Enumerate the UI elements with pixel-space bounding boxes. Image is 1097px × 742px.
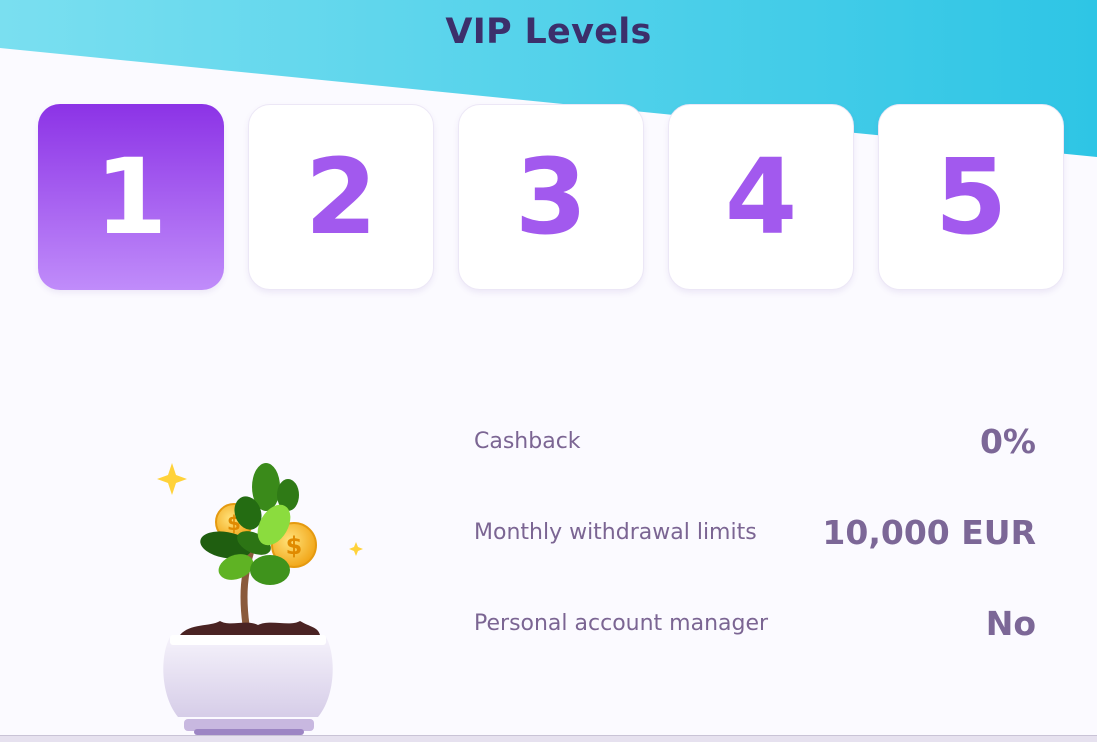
sparkle-icon <box>157 463 187 495</box>
svg-text:$: $ <box>286 532 303 560</box>
level-tab-4[interactable]: 4 <box>668 104 854 290</box>
benefit-label: Personal account manager <box>474 611 769 636</box>
benefit-label: Monthly withdrawal limits <box>474 520 757 545</box>
page-title: VIP Levels <box>445 12 652 52</box>
benefit-row-cashback: Cashback 0% <box>474 396 1036 487</box>
money-tree-plant-icon: $ $ <box>157 463 363 735</box>
benefit-value: 0% <box>979 422 1036 461</box>
level-tab-1[interactable]: 1 <box>38 104 224 290</box>
bottom-divider <box>0 735 1097 742</box>
level-tab-3[interactable]: 3 <box>458 104 644 290</box>
benefit-value: No <box>985 604 1036 643</box>
benefit-row-withdrawal-limits: Monthly withdrawal limits 10,000 EUR <box>474 487 1036 578</box>
benefit-label: Cashback <box>474 429 581 454</box>
vip-level-tabs: 1 2 3 4 5 <box>38 104 1064 290</box>
benefit-row-account-manager: Personal account manager No <box>474 578 1036 669</box>
level-tab-5[interactable]: 5 <box>878 104 1064 290</box>
sparkle-icon <box>349 542 363 556</box>
level-tab-2[interactable]: 2 <box>248 104 434 290</box>
benefits-list: Cashback 0% Monthly withdrawal limits 10… <box>474 396 1036 669</box>
benefit-value: 10,000 EUR <box>822 513 1036 552</box>
